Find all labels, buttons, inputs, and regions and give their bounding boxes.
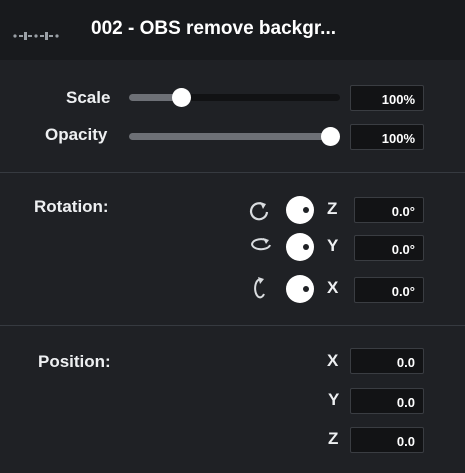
rotation-x-dial[interactable] bbox=[286, 275, 314, 303]
rotation-y-dial[interactable] bbox=[286, 233, 314, 261]
position-z-field[interactable]: 0.0 bbox=[350, 427, 424, 453]
dial-notch bbox=[303, 244, 309, 250]
position-x-axis-label: X bbox=[327, 351, 339, 370]
scale-slider-thumb[interactable] bbox=[172, 88, 192, 107]
dial-notch bbox=[303, 286, 309, 292]
scale-value-field[interactable]: 100% bbox=[350, 85, 424, 111]
dial-notch bbox=[303, 207, 309, 213]
opacity-value-field[interactable]: 100% bbox=[350, 124, 424, 150]
rotation-z-field[interactable]: 0.0° bbox=[354, 197, 424, 223]
scale-slider[interactable] bbox=[129, 88, 340, 107]
position-y-field[interactable]: 0.0 bbox=[350, 388, 424, 414]
position-z-axis-label: Z bbox=[328, 429, 339, 448]
rotation-y-axis-label: Y bbox=[327, 236, 339, 255]
section-divider bbox=[0, 325, 465, 326]
opacity-slider-fill bbox=[129, 133, 331, 140]
rotation-x-axis-label: X bbox=[327, 278, 339, 297]
opacity-slider[interactable] bbox=[129, 127, 340, 146]
rotate-x-icon bbox=[254, 277, 265, 299]
rotate-z-icon bbox=[249, 202, 269, 221]
rotation-z-dial[interactable] bbox=[286, 196, 314, 224]
rotation-z-axis-label: Z bbox=[327, 199, 338, 218]
opacity-slider-thumb[interactable] bbox=[321, 127, 340, 146]
position-y-axis-label: Y bbox=[328, 390, 340, 409]
opacity-label: Opacity bbox=[45, 125, 108, 144]
scale-label: Scale bbox=[66, 88, 111, 107]
position-x-field[interactable]: 0.0 bbox=[350, 348, 424, 374]
rotate-y-icon bbox=[251, 238, 271, 251]
audio-waveform-icon bbox=[13, 32, 59, 40]
section-divider bbox=[0, 172, 465, 173]
rotation-y-field[interactable]: 0.0° bbox=[354, 235, 424, 261]
position-label: Position: bbox=[38, 352, 111, 371]
rotation-label: Rotation: bbox=[34, 197, 109, 216]
clip-title: 002 - OBS remove backgr... bbox=[91, 18, 337, 39]
rotation-x-field[interactable]: 0.0° bbox=[354, 277, 424, 303]
properties-header: 002 - OBS remove backgr... bbox=[0, 0, 465, 60]
